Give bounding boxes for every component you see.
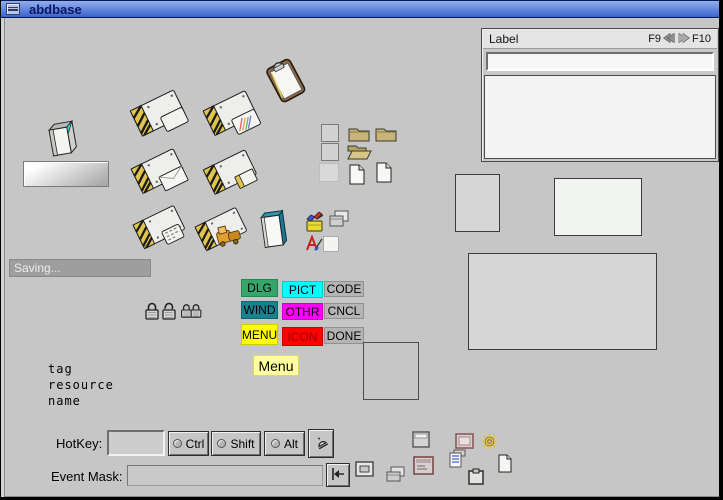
alt-radio-icon <box>271 439 280 448</box>
palette-menu-button[interactable]: MENU <box>241 324 278 345</box>
next-arrows-icon[interactable] <box>678 33 689 46</box>
next-key-label: F10 <box>692 33 711 45</box>
alt-toggle-button[interactable]: Alt <box>264 431 305 456</box>
small-square-3[interactable] <box>319 163 339 182</box>
event-mask-label: Event Mask: <box>51 469 123 484</box>
prev-arrows-icon[interactable] <box>664 33 675 46</box>
toolbox-icon[interactable] <box>304 210 326 233</box>
document-icon[interactable] <box>375 162 393 183</box>
status-bar: Saving... <box>9 259 151 277</box>
window-blank-icon[interactable] <box>412 431 430 448</box>
document-icon[interactable] <box>497 454 512 473</box>
clipboard-small-icon[interactable] <box>468 468 484 485</box>
folder-icon[interactable] <box>375 125 397 142</box>
prev-key-label: F9 <box>648 33 661 45</box>
palette-othr-button[interactable]: OTHR <box>282 303 323 320</box>
tag-label: tag <box>48 362 73 376</box>
hotkey-label: HotKey: <box>56 436 102 451</box>
shift-toggle-button[interactable]: Shift <box>211 431 261 456</box>
canvas-rect-large[interactable] <box>468 253 657 350</box>
menu-tag-label: Menu <box>258 358 293 374</box>
name-label: name <box>48 394 81 408</box>
copy-windows-icon[interactable] <box>386 466 405 482</box>
alt-label: Alt <box>284 437 298 451</box>
canvas-outline-square[interactable] <box>363 342 419 400</box>
ctrl-toggle-button[interactable]: Ctrl <box>168 431 209 456</box>
app-window: abdbase Label F9 F10 <box>0 0 723 500</box>
palette-done-button[interactable]: DONE <box>324 327 364 344</box>
clipboard-icon[interactable] <box>257 56 315 106</box>
canvas-rect-small[interactable] <box>455 174 500 232</box>
notebook-icon[interactable] <box>257 206 291 254</box>
enter-arrow-icon <box>330 466 346 485</box>
open-folder-icon[interactable] <box>346 143 372 160</box>
paint-letter-icon[interactable] <box>304 235 324 252</box>
gear-icon[interactable] <box>481 433 498 450</box>
disk-stripedcard-icon[interactable] <box>199 146 261 198</box>
shift-radio-icon <box>217 439 226 448</box>
palette-cncl-button[interactable]: CNCL <box>324 303 364 319</box>
lock-closed-icon[interactable] <box>144 302 161 321</box>
palette-icon-button[interactable]: ICON <box>282 327 323 346</box>
titlebar[interactable]: abdbase <box>1 0 719 18</box>
small-square-1[interactable] <box>321 124 339 142</box>
blank-swatch[interactable] <box>323 236 339 252</box>
status-text: Saving... <box>14 261 61 275</box>
window-title: abdbase <box>29 2 82 17</box>
lock-open-icon[interactable] <box>161 302 178 321</box>
screen-icon[interactable] <box>355 461 374 477</box>
window-menu-icon[interactable] <box>6 3 20 15</box>
palette-pict-button[interactable]: PICT <box>282 281 323 298</box>
palette-wind-button[interactable]: WIND <box>241 301 278 319</box>
bell-icon <box>312 433 330 454</box>
disk-envelope-icon[interactable] <box>127 144 189 198</box>
shift-label: Shift <box>230 437 254 451</box>
label-panel: Label F9 F10 <box>481 28 719 162</box>
label-panel-header: Label F9 F10 <box>483 30 717 49</box>
disk-machine-icon[interactable] <box>191 202 251 256</box>
hotkey-input[interactable] <box>107 430 165 456</box>
window-lines-icon[interactable] <box>413 456 434 475</box>
window-book-icon[interactable] <box>43 118 83 162</box>
small-square-2[interactable] <box>321 143 339 161</box>
copy-windows-icon[interactable] <box>329 210 349 228</box>
window-pink-icon[interactable] <box>455 433 474 449</box>
palette-dlg-button[interactable]: DLG <box>241 279 278 297</box>
label-input[interactable] <box>486 52 714 71</box>
event-mask-input[interactable] <box>127 465 323 486</box>
document-icon[interactable] <box>348 164 366 185</box>
ctrl-radio-icon <box>173 439 182 448</box>
resource-label: resource <box>48 378 114 392</box>
note-list-icon[interactable] <box>448 449 466 469</box>
disk-picture-icon[interactable] <box>199 86 261 140</box>
label-list[interactable] <box>484 75 716 159</box>
event-mask-picker-button[interactable] <box>326 463 350 487</box>
folder-icon[interactable] <box>348 125 370 142</box>
bell-button[interactable] <box>308 429 334 458</box>
disk-keypad-icon[interactable] <box>129 200 189 254</box>
disk-card-icon[interactable] <box>125 86 191 140</box>
canvas-rect-medium[interactable] <box>554 178 642 236</box>
label-panel-title: Label <box>489 32 648 46</box>
gradient-bar[interactable] <box>23 161 109 187</box>
locks-pair-icon[interactable] <box>180 302 202 321</box>
menu-tag[interactable]: Menu <box>253 355 299 376</box>
palette-code-button[interactable]: CODE <box>324 281 364 297</box>
ctrl-label: Ctrl <box>186 437 205 451</box>
